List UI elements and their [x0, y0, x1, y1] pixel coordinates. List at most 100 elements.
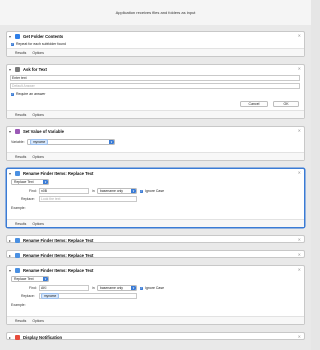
scope-value: basename only	[100, 189, 123, 193]
results-tab[interactable]: Results	[15, 51, 26, 55]
finder-icon	[15, 267, 20, 273]
chevron-down-icon: ▾	[131, 286, 136, 290]
close-icon[interactable]: ✕	[298, 334, 301, 339]
prompt-field[interactable]: Enter text	[10, 75, 300, 81]
action-footer: Results Options	[7, 219, 304, 227]
chevron-down-icon: ▾	[43, 180, 48, 184]
options-tab[interactable]: Options	[32, 51, 44, 55]
example-label: Example:	[11, 303, 26, 307]
scope-popup[interactable]: basename only ▾	[97, 188, 137, 194]
require-label: Require an answer	[16, 92, 46, 96]
repeat-option[interactable]: Repeat for each subfolder found	[11, 42, 66, 46]
folder-icon	[15, 33, 20, 39]
action-rename-finder-items[interactable]: ▸ Rename Finder Items: Replace Text ✕	[6, 235, 305, 243]
action-footer: Results Options	[7, 48, 304, 56]
variable-token[interactable]: myname	[41, 293, 60, 299]
results-tab[interactable]: Results	[15, 222, 26, 226]
workflow-canvas[interactable]: ▾ Get Folder Contents ✕ Repeat for each …	[0, 25, 311, 350]
scope-popup[interactable]: basename only ▾	[97, 285, 137, 291]
ignore-case-option[interactable]: Ignore Case	[140, 189, 164, 193]
action-header[interactable]: ▾ Rename Finder Items: Replace Text	[7, 266, 304, 274]
chevron-down-icon[interactable]: ▾	[9, 171, 13, 176]
action-header[interactable]: ▾ Set Value of Variable	[7, 127, 304, 135]
variable-label: Variable:	[11, 140, 25, 144]
action-set-variable[interactable]: ▾ Set Value of Variable ✕ Variable: myna…	[6, 126, 305, 161]
chevron-down-icon[interactable]: ▾	[9, 268, 13, 273]
action-ask-for-text[interactable]: ▾ Ask for Text ✕ Enter text Default Answ…	[6, 64, 305, 119]
close-icon[interactable]: ✕	[298, 66, 301, 71]
mode-value: Replace Text	[14, 277, 34, 281]
repeat-checkbox[interactable]	[11, 42, 14, 46]
action-header[interactable]: ▸ Rename Finder Items: Replace Text	[7, 236, 304, 244]
variable-popup[interactable]: myname ▾	[27, 139, 115, 145]
options-tab[interactable]: Options	[32, 222, 44, 226]
close-icon[interactable]: ✕	[298, 170, 301, 175]
mode-popup[interactable]: Replace Text ▾	[11, 276, 49, 282]
results-tab[interactable]: Results	[15, 113, 26, 117]
close-icon[interactable]: ✕	[298, 128, 301, 133]
finder-icon	[15, 237, 20, 243]
find-label: Find:	[29, 189, 37, 193]
ignore-case-option[interactable]: Ignore Case	[140, 286, 164, 290]
ignore-case-checkbox[interactable]	[140, 286, 143, 290]
action-footer: Results Options	[7, 152, 304, 160]
chevron-down-icon[interactable]: ▾	[9, 67, 13, 72]
in-label: in	[92, 286, 95, 290]
replace-field[interactable]: myname	[39, 293, 137, 299]
text-icon	[15, 66, 20, 72]
action-title: Set Value of Variable	[23, 128, 64, 134]
replace-field[interactable]: Look the text	[39, 196, 137, 202]
ok-button[interactable]: OK	[273, 101, 299, 107]
chevron-right-icon[interactable]: ▸	[9, 335, 13, 340]
close-icon[interactable]: ✕	[298, 33, 301, 38]
options-tab[interactable]: Options	[32, 155, 44, 159]
results-tab[interactable]: Results	[15, 155, 26, 159]
find-field[interactable]: n0B	[39, 188, 89, 194]
options-tab[interactable]: Options	[32, 319, 44, 323]
cancel-button[interactable]: Cancel	[240, 101, 268, 107]
notification-icon	[15, 334, 20, 340]
mode-popup[interactable]: Replace Text ▾	[11, 179, 49, 185]
chevron-down-icon[interactable]: ▾	[9, 34, 13, 39]
chevron-down-icon: ▾	[43, 277, 48, 281]
ignore-case-label: Ignore Case	[145, 286, 165, 290]
default-answer-field[interactable]: Default Answer	[10, 83, 300, 89]
action-title: Rename Finder Items: Replace Text	[23, 170, 94, 176]
variable-icon	[15, 128, 20, 134]
in-label: in	[92, 189, 95, 193]
options-tab[interactable]: Options	[32, 113, 44, 117]
action-header[interactable]: ▸ Display Notification	[7, 333, 304, 341]
action-title: Rename Finder Items: Replace Text	[23, 252, 94, 258]
action-rename-finder-items[interactable]: ▾ Rename Finder Items: Replace Text ✕ Re…	[6, 265, 305, 325]
action-header[interactable]: ▸ Rename Finder Items: Replace Text	[7, 251, 304, 259]
window-title-bar: Application receives files and folders a…	[0, 0, 311, 26]
close-icon[interactable]: ✕	[298, 252, 301, 257]
action-rename-finder-items[interactable]: ▾ Rename Finder Items: Replace Text ✕ Re…	[6, 168, 305, 228]
ignore-case-label: Ignore Case	[145, 189, 165, 193]
results-tab[interactable]: Results	[15, 319, 26, 323]
action-display-notification[interactable]: ▸ Display Notification ✕	[6, 332, 305, 340]
action-header[interactable]: ▾ Rename Finder Items: Replace Text	[7, 169, 304, 177]
action-header[interactable]: ▾ Ask for Text	[7, 65, 304, 73]
chevron-right-icon[interactable]: ▸	[9, 238, 13, 243]
find-field[interactable]: AKI	[39, 285, 89, 291]
repeat-label: Repeat for each subfolder found	[16, 42, 67, 46]
close-icon[interactable]: ✕	[298, 237, 301, 242]
chevron-down-icon[interactable]: ▾	[9, 129, 13, 134]
close-icon[interactable]: ✕	[298, 267, 301, 272]
action-rename-finder-items[interactable]: ▸ Rename Finder Items: Replace Text ✕	[6, 250, 305, 258]
ignore-case-checkbox[interactable]	[140, 189, 143, 193]
finder-icon	[15, 170, 20, 176]
require-checkbox[interactable]	[11, 92, 14, 96]
find-label: Find:	[29, 286, 37, 290]
chevron-down-icon: ▾	[131, 189, 136, 193]
action-get-folder-contents[interactable]: ▾ Get Folder Contents ✕ Repeat for each …	[6, 31, 305, 57]
require-option[interactable]: Require an answer	[11, 92, 45, 96]
chevron-right-icon[interactable]: ▸	[9, 253, 13, 258]
window-title: Application receives files and folders a…	[115, 10, 196, 15]
action-header[interactable]: ▾ Get Folder Contents	[7, 32, 304, 40]
replace-label: Replace:	[21, 294, 35, 298]
action-title: Get Folder Contents	[23, 33, 64, 39]
mode-value: Replace Text	[14, 180, 34, 184]
action-title: Display Notification	[23, 334, 63, 340]
